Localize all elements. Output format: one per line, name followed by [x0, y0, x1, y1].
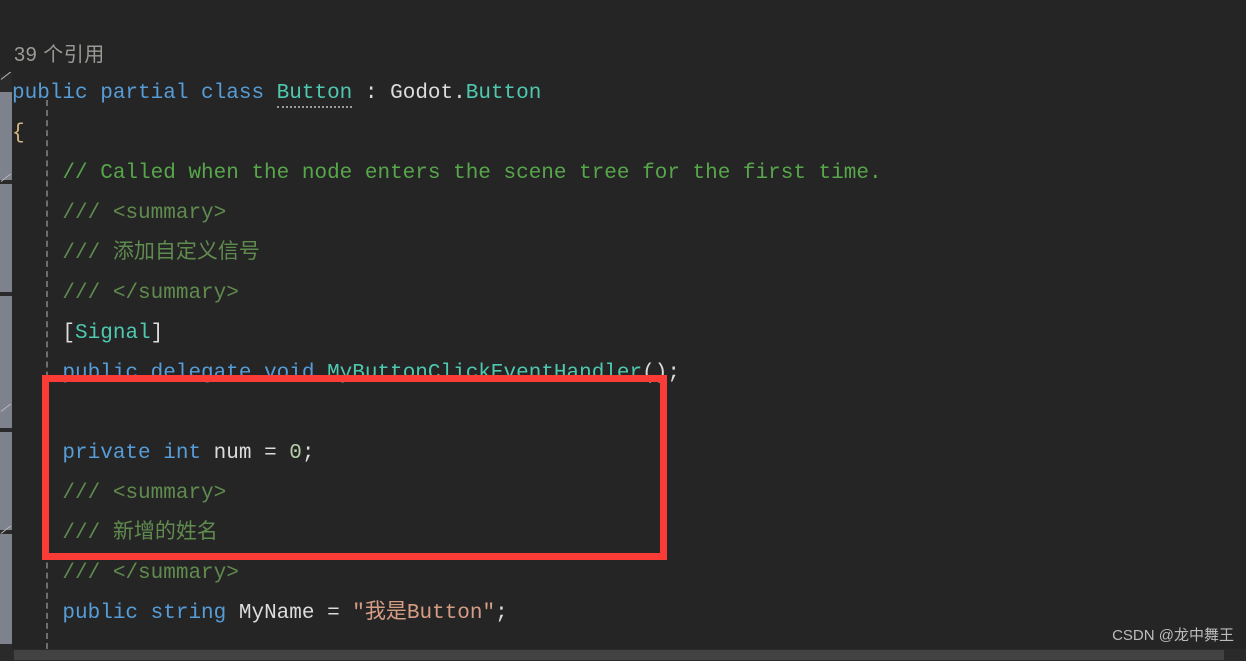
code-token: Godot [390, 82, 454, 105]
code-token: . [453, 82, 466, 105]
code-token: 添加自定义信号 [112, 242, 260, 265]
code-token: delegate [150, 362, 265, 385]
code-token: Button [465, 82, 542, 105]
code-line[interactable]: /// 添加自定义信号 [12, 234, 1246, 274]
code-token: /// [62, 482, 113, 505]
code-token: /// [62, 562, 113, 585]
code-token: // Called when the node enters the scene… [62, 162, 882, 185]
code-token: = [251, 442, 290, 465]
code-token: string [150, 602, 239, 625]
code-token: MyButtonClickEventHandler [327, 362, 643, 385]
gutter-change-block [0, 184, 12, 292]
code-surface[interactable]: public partial class Button : Godot.Butt… [12, 74, 1246, 649]
code-token: 新增的姓名 [112, 522, 218, 545]
code-line[interactable]: public string MyName = "我是Button"; [12, 594, 1246, 634]
code-token: /// [62, 282, 113, 305]
code-line[interactable]: [Signal] [12, 314, 1246, 354]
code-token: <summary> [112, 202, 227, 225]
code-line[interactable]: /// <summary> [12, 474, 1246, 514]
horizontal-scrollbar-thumb[interactable] [14, 650, 1224, 660]
gutter-change-block [0, 92, 12, 180]
code-token: /// [62, 522, 113, 545]
code-line[interactable]: private int num = 0; [12, 434, 1246, 474]
codelens-reference-count[interactable]: 39 个引用 [14, 42, 105, 68]
code-token: int [163, 442, 214, 465]
code-token: /// [62, 202, 113, 225]
code-token: "我是Button" [352, 602, 496, 625]
code-token: class [201, 82, 277, 105]
code-token: ] [150, 322, 164, 345]
code-token: MyName [238, 602, 315, 625]
code-line[interactable] [12, 394, 1246, 434]
code-line[interactable]: /// <summary> [12, 194, 1246, 234]
csdn-watermark: CSDN @龙中舞王 [1112, 627, 1234, 644]
code-token: public [62, 602, 151, 625]
code-token: = [314, 602, 353, 625]
code-token: private [62, 442, 164, 465]
code-line[interactable]: /// 新增的姓名 [12, 514, 1246, 554]
code-token: (); [642, 362, 680, 385]
code-token: : [352, 82, 391, 105]
editor-screen: 39 个引用 public partial class Button : God… [0, 0, 1246, 661]
gutter-change-block [0, 432, 12, 530]
code-token: ; [495, 602, 508, 625]
codelens-strip: 39 个引用 [0, 0, 1246, 74]
code-token: partial [100, 82, 202, 105]
code-line[interactable]: { [12, 114, 1246, 154]
code-token: void [264, 362, 328, 385]
code-line-list: public partial class Button : Godot.Butt… [12, 74, 1246, 649]
gutter-change-block [0, 534, 12, 644]
code-line[interactable]: public partial class Button : Godot.Butt… [12, 74, 1246, 114]
code-token: [ [62, 322, 76, 345]
editor-gutter-strip[interactable] [0, 74, 12, 649]
code-token: { [12, 122, 25, 145]
code-token: <summary> [112, 482, 227, 505]
code-token: public [62, 362, 151, 385]
code-token: Button [276, 82, 353, 108]
code-token: num [213, 442, 252, 465]
code-line[interactable]: /// </summary> [12, 554, 1246, 594]
code-token: public [12, 82, 101, 105]
code-token: 0 [289, 442, 302, 465]
code-line[interactable]: public delegate void MyButtonClickEventH… [12, 354, 1246, 394]
code-token: </summary> [112, 562, 239, 585]
code-token: /// [62, 242, 113, 265]
code-line[interactable] [12, 634, 1246, 649]
code-token: ; [301, 442, 315, 465]
code-line[interactable]: // Called when the node enters the scene… [12, 154, 1246, 194]
code-token: </summary> [112, 282, 239, 305]
code-line[interactable]: /// </summary> [12, 274, 1246, 314]
code-token: Signal [75, 322, 151, 345]
